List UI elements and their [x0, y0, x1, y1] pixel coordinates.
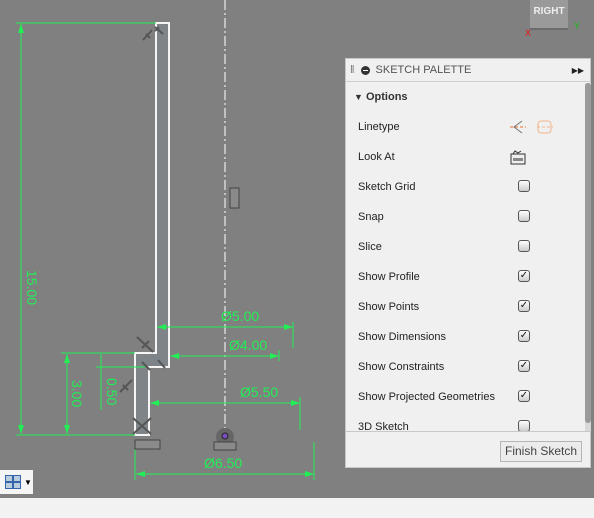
x-axis-label: X — [525, 28, 532, 38]
row-sketch-grid: Sketch Grid — [358, 179, 578, 195]
triangle-down-icon: ▼ — [354, 92, 363, 102]
options-label: Options — [365, 91, 408, 103]
look-at-icon[interactable] — [509, 149, 527, 165]
snap-checkbox[interactable] — [518, 210, 530, 222]
row-label: Show Projected Geometries — [358, 391, 495, 403]
options-section-toggle[interactable]: ▼ Options — [354, 91, 408, 103]
dim-dia-4[interactable]: Ø4.00 — [229, 337, 267, 353]
finish-sketch-button[interactable]: Finish Sketch — [500, 441, 582, 462]
slice-checkbox[interactable] — [518, 240, 530, 252]
viewcube-face[interactable]: RIGHT — [533, 6, 564, 17]
collapse-icon[interactable] — [360, 65, 370, 75]
row-show-projected-geometries: Show Projected Geometries ✓ — [358, 389, 578, 405]
expand-icon[interactable]: ▶▶ — [572, 66, 584, 75]
palette-title: SKETCH PALETTE — [375, 64, 472, 76]
scrollbar-thumb[interactable] — [585, 83, 591, 423]
construction-linetype-icon[interactable] — [508, 119, 528, 135]
chevron-down-icon: ▼ — [24, 477, 32, 487]
fix-constraint-icon[interactable] — [213, 441, 237, 451]
grid-layout-icon — [5, 475, 21, 489]
show-profile-checkbox[interactable]: ✓ — [518, 270, 530, 282]
row-label: Show Dimensions — [358, 331, 447, 343]
show-points-checkbox[interactable]: ✓ — [518, 300, 530, 312]
sketch-grid-checkbox[interactable] — [518, 180, 530, 192]
sketch-profile[interactable] — [134, 22, 170, 436]
y-axis-label: Y — [574, 21, 581, 31]
row-show-constraints: Show Constraints ✓ — [358, 359, 578, 375]
row-label: Show Profile — [358, 271, 420, 283]
row-linetype: Linetype — [358, 119, 578, 135]
row-label: Show Points — [358, 301, 420, 313]
row-slice: Slice — [358, 239, 578, 255]
row-show-dimensions: Show Dimensions ✓ — [358, 329, 578, 345]
centerline-linetype-icon[interactable] — [536, 119, 554, 135]
row-label: Show Constraints — [358, 361, 445, 373]
layout-grid-button[interactable]: ▼ — [0, 470, 33, 494]
row-label: Slice — [358, 241, 382, 253]
row-label: Snap — [358, 211, 384, 223]
palette-header[interactable]: ‖ SKETCH PALETTE ▶▶ — [346, 59, 590, 82]
dim-dia-6-5[interactable]: Ø6.50 — [204, 455, 242, 471]
drag-handle-icon[interactable]: ‖ — [350, 64, 355, 76]
row-look-at: Look At — [358, 149, 578, 165]
sketch-palette: ‖ SKETCH PALETTE ▶▶ ▼ Options Linetype L… — [345, 58, 591, 468]
viewcube[interactable]: RIGHT — [530, 0, 568, 30]
row-label: Look At — [358, 151, 395, 163]
row-show-points: Show Points ✓ — [358, 299, 578, 315]
dim-dia-5-5[interactable]: Ø5.50 — [240, 384, 278, 400]
show-dimensions-checkbox[interactable]: ✓ — [518, 330, 530, 342]
vertical-constraint-icon[interactable] — [229, 187, 240, 209]
palette-footer: Finish Sketch — [346, 431, 590, 467]
row-label: Linetype — [358, 121, 400, 133]
row-label: Sketch Grid — [358, 181, 416, 193]
palette-scrollbar[interactable] — [585, 83, 591, 431]
dim-dia-5[interactable]: Ø5.00 — [221, 308, 259, 324]
show-constraints-checkbox[interactable]: ✓ — [518, 360, 530, 372]
show-projected-geometries-checkbox[interactable]: ✓ — [518, 390, 530, 402]
row-show-profile: Show Profile ✓ — [358, 269, 578, 285]
row-snap: Snap — [358, 209, 578, 225]
horizontal-constraint-icon[interactable] — [134, 439, 161, 450]
dim-15[interactable]: 15.00 — [24, 270, 40, 305]
status-bar — [0, 498, 594, 518]
dim-0-5[interactable]: 0.50 — [104, 378, 120, 405]
dim-3[interactable]: 3.00 — [69, 380, 85, 407]
